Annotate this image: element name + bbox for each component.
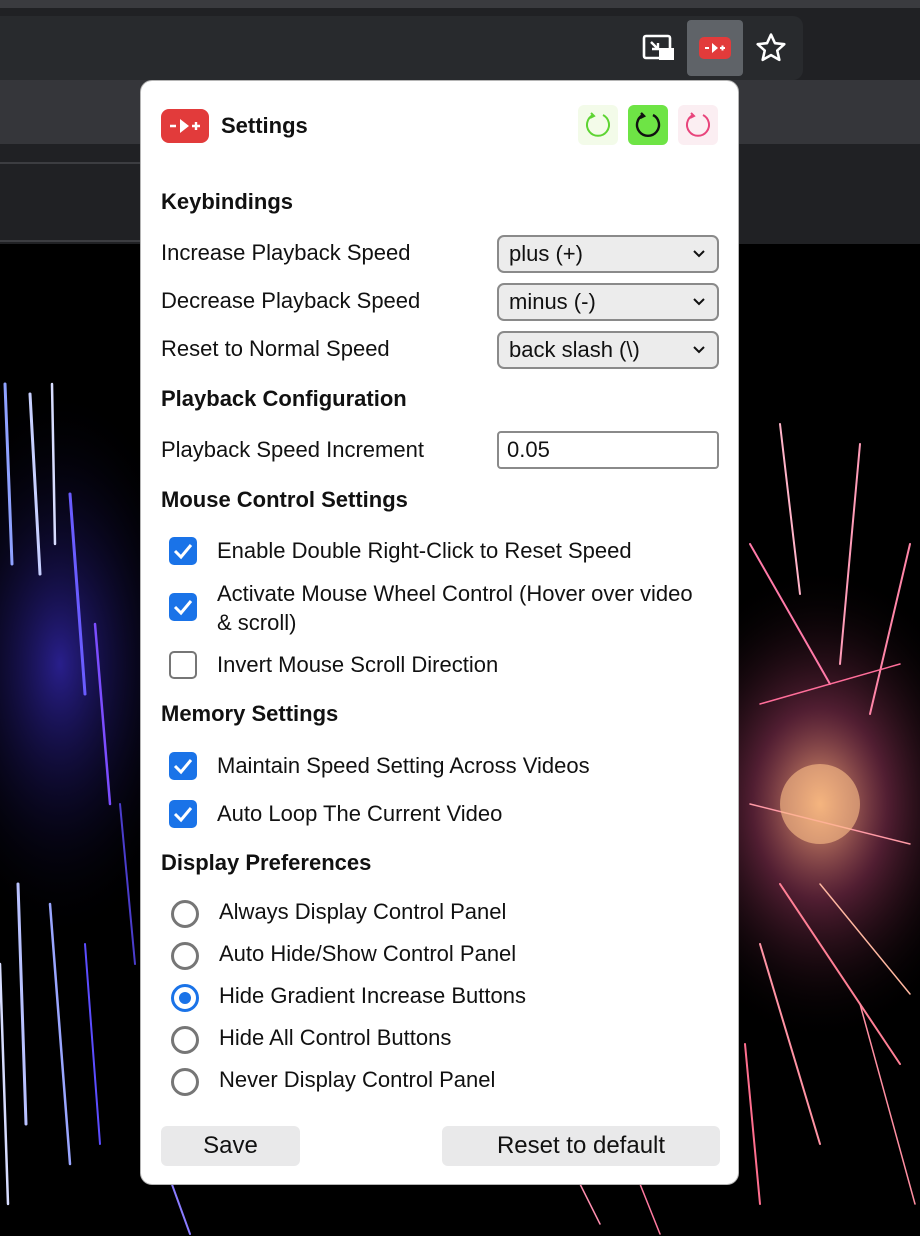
radio-never-display[interactable] xyxy=(171,1068,199,1096)
divider xyxy=(0,240,140,242)
extension-icon[interactable] xyxy=(687,20,743,76)
section-display-preferences: Display Preferences xyxy=(161,850,372,875)
popup-header: Settings xyxy=(161,105,308,147)
checkmark-icon xyxy=(173,544,193,560)
checkmark-icon xyxy=(173,759,193,775)
speed-increment-input[interactable]: 0.05 xyxy=(497,431,719,469)
increase-speed-label: Increase Playback Speed xyxy=(161,240,411,265)
radio-label-hide-all-buttons: Hide All Control Buttons xyxy=(219,1025,452,1050)
double-right-click-checkbox[interactable] xyxy=(169,537,197,565)
auto-loop-label: Auto Loop The Current Video xyxy=(217,801,503,826)
reset-to-default-button[interactable]: Reset to default xyxy=(442,1126,720,1166)
popup-title: Settings xyxy=(221,113,308,138)
section-mouse-control: Mouse Control Settings xyxy=(161,487,408,512)
speed-increment-label: Playback Speed Increment xyxy=(161,437,424,462)
radio-always-display[interactable] xyxy=(171,900,199,928)
invert-scroll-checkbox[interactable] xyxy=(169,651,197,679)
radio-label-auto-hide-show: Auto Hide/Show Control Panel xyxy=(219,941,517,966)
settings-popup: Settings Keybindings Increase Playback S… xyxy=(140,80,739,1185)
section-memory-settings: Memory Settings xyxy=(161,701,339,726)
reset-speed-label: Reset to Normal Speed xyxy=(161,336,390,361)
mouse-wheel-control-checkbox[interactable] xyxy=(169,593,197,621)
chevron-down-icon xyxy=(693,250,705,258)
bookmark-star-icon[interactable] xyxy=(743,20,799,76)
auto-loop-checkbox[interactable] xyxy=(169,800,197,828)
maintain-speed-label: Maintain Speed Setting Across Videos xyxy=(217,753,590,778)
radio-label-always-display: Always Display Control Panel xyxy=(219,899,507,924)
radio-hide-gradient-buttons[interactable] xyxy=(171,984,199,1012)
double-right-click-label: Enable Double Right-Click to Reset Speed xyxy=(217,538,632,563)
divider xyxy=(0,162,140,164)
maintain-speed-checkbox[interactable] xyxy=(169,752,197,780)
save-button[interactable]: Save xyxy=(161,1126,300,1166)
window-frame xyxy=(0,0,920,8)
checkmark-icon xyxy=(173,807,193,823)
app-logo-icon xyxy=(161,109,209,143)
reset-speed-select[interactable]: back slash (\) xyxy=(497,331,719,369)
power-icon xyxy=(586,112,610,137)
radio-label-hide-gradient-buttons: Hide Gradient Increase Buttons xyxy=(219,983,526,1008)
power-icon xyxy=(686,112,710,137)
power-icon xyxy=(635,112,661,137)
pink-theme-button[interactable] xyxy=(678,105,718,145)
mouse-wheel-control-label: Activate Mouse Wheel Control (Hover over… xyxy=(217,581,693,635)
radio-hide-all-buttons[interactable] xyxy=(171,1026,199,1054)
invert-scroll-label: Invert Mouse Scroll Direction xyxy=(217,652,499,677)
chevron-down-icon xyxy=(693,298,705,306)
section-playback-configuration: Playback Configuration xyxy=(161,386,407,411)
green-theme-button[interactable] xyxy=(628,105,668,145)
increase-speed-select[interactable]: plus (+) xyxy=(497,235,719,273)
radio-auto-hide-show[interactable] xyxy=(171,942,199,970)
radio-label-never-display: Never Display Control Panel xyxy=(219,1067,496,1092)
light-theme-button[interactable] xyxy=(578,105,618,145)
chevron-down-icon xyxy=(693,346,705,354)
decrease-speed-label: Decrease Playback Speed xyxy=(161,288,421,313)
section-keybindings: Keybindings xyxy=(161,189,294,214)
theme-switcher xyxy=(578,105,718,145)
checkmark-icon xyxy=(173,600,193,616)
decrease-speed-select[interactable]: minus (-) xyxy=(497,283,719,321)
picture-in-picture-icon[interactable] xyxy=(631,20,687,76)
